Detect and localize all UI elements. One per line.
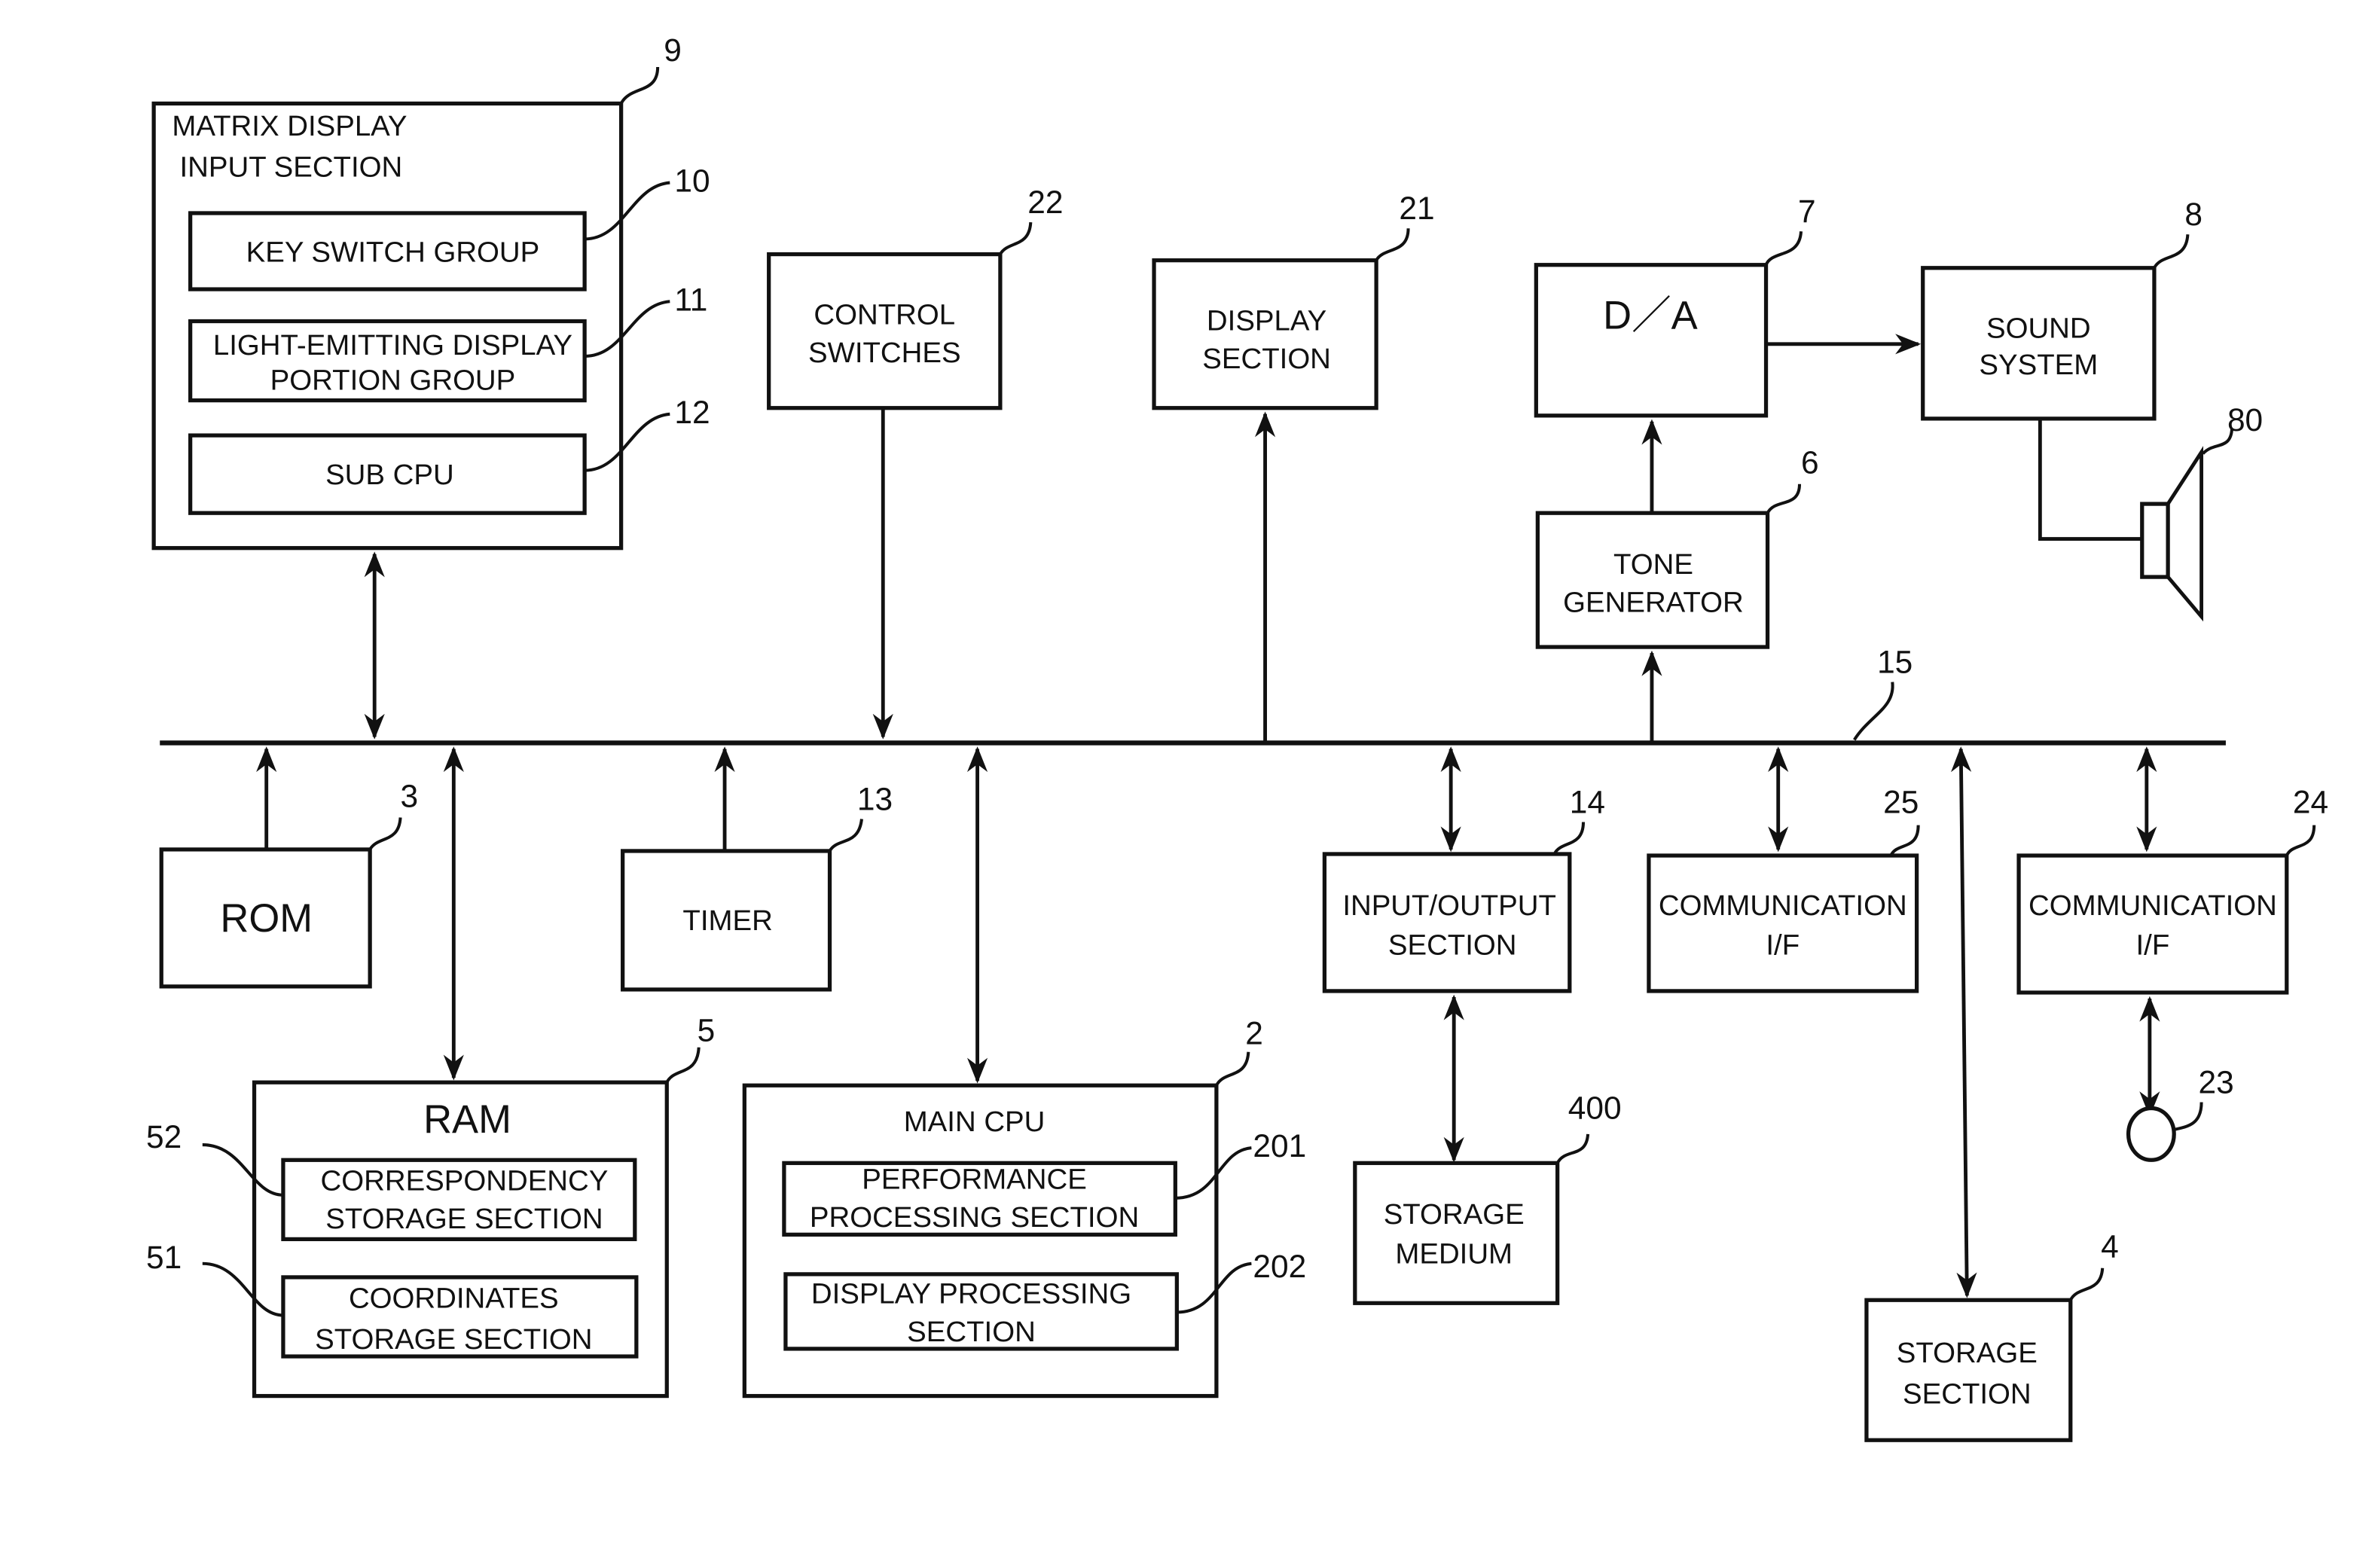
display-section: DISPLAY SECTION 21 bbox=[1152, 191, 1435, 410]
block-label: DISPLAY PROCESSING bbox=[811, 1277, 1131, 1310]
block-label: RAM bbox=[423, 1097, 511, 1142]
input-output-section: INPUT/OUTPUT SECTION 14 bbox=[1322, 784, 1605, 993]
ref-number: 12 bbox=[674, 395, 710, 430]
ref-leader bbox=[2285, 825, 2316, 857]
block-label: SUB CPU bbox=[325, 459, 454, 491]
ref-leader bbox=[368, 817, 402, 851]
ref-number: 10 bbox=[674, 163, 710, 199]
block-label: I/F bbox=[2136, 929, 2170, 961]
ref-number: 3 bbox=[401, 778, 419, 813]
ref-number: 22 bbox=[1027, 185, 1063, 220]
block-label: SECTION bbox=[907, 1316, 1036, 1348]
block-label: MEDIUM bbox=[1395, 1238, 1513, 1271]
block-label: STORAGE bbox=[1897, 1337, 2038, 1369]
block-label: SECTION bbox=[1903, 1378, 2032, 1411]
ref-number: 25 bbox=[1883, 784, 1919, 819]
block-label: PORTION GROUP bbox=[270, 364, 516, 396]
block-label: TIMER bbox=[682, 904, 772, 937]
storage-medium: STORAGE MEDIUM 400 bbox=[1353, 1091, 1622, 1305]
block-label: DISPLAY bbox=[1207, 305, 1326, 337]
block-label: GENERATOR bbox=[1563, 587, 1744, 619]
ref-number: 52 bbox=[146, 1119, 182, 1155]
ref-leader bbox=[1766, 484, 1802, 514]
block-label: STORAGE bbox=[1384, 1198, 1525, 1231]
block-diagram: 15 MATRIX DISPLAY INPUT SECTION 9 KEY SW… bbox=[146, 32, 2328, 1442]
ref-number: 6 bbox=[1801, 445, 1819, 480]
ref-number: 51 bbox=[146, 1240, 182, 1275]
ref-number: 13 bbox=[857, 781, 893, 816]
block-label: PERFORMANCE bbox=[862, 1164, 1087, 1196]
ref-number: 14 bbox=[1570, 784, 1605, 819]
ref-number: 400 bbox=[1568, 1091, 1622, 1126]
ref-number: 202 bbox=[1253, 1249, 1306, 1284]
tone-generator: TONE GENERATOR 6 bbox=[1535, 445, 1819, 649]
ref-number: 2 bbox=[1245, 1016, 1263, 1051]
connector-arrow bbox=[1951, 746, 1977, 1298]
ref-bus: 15 bbox=[1877, 644, 1913, 679]
terminal-icon: 23 bbox=[2126, 1064, 2234, 1162]
block-label: COORDINATES bbox=[349, 1282, 559, 1314]
block-label: STORAGE SECTION bbox=[315, 1323, 592, 1356]
block-label: INPUT/OUTPUT bbox=[1342, 889, 1556, 922]
ref-leader bbox=[1375, 228, 1410, 261]
block-label: KEY SWITCH GROUP bbox=[246, 236, 540, 269]
main-cpu: MAIN CPU 2 PERFORMANCE PROCESSING SECTIO… bbox=[742, 1016, 1306, 1399]
block-label: COMMUNICATION bbox=[2029, 889, 2277, 922]
block-label: LIGHT-EMITTING DISPLAY bbox=[213, 329, 572, 361]
block-label: I/F bbox=[1766, 929, 1800, 961]
ram: RAM 5 CORRESPONDENCY STORAGE SECTION 52 … bbox=[146, 1013, 716, 1399]
block-label: INPUT SECTION bbox=[179, 151, 402, 183]
speaker-icon: 80 bbox=[2140, 402, 2263, 622]
ref-number: 9 bbox=[664, 32, 682, 68]
sound-system: SOUND SYSTEM 8 bbox=[1921, 197, 2203, 421]
block-label: CORRESPONDENCY bbox=[321, 1165, 609, 1197]
ref-leader bbox=[1889, 825, 1920, 857]
block-label: SWITCHES bbox=[808, 337, 961, 369]
timer: TIMER 13 bbox=[621, 781, 893, 992]
ref-leader bbox=[619, 66, 660, 105]
ref-leader bbox=[999, 221, 1033, 255]
ref-number: 8 bbox=[2184, 197, 2203, 232]
block-label: PROCESSING SECTION bbox=[810, 1201, 1139, 1234]
ref-leader bbox=[2173, 1102, 2203, 1131]
block-label: STORAGE SECTION bbox=[325, 1203, 603, 1235]
ref-leader bbox=[1215, 1051, 1250, 1087]
ref-number: 23 bbox=[2199, 1064, 2234, 1100]
block-label: MAIN CPU bbox=[904, 1106, 1046, 1138]
ref-leader bbox=[1853, 682, 1894, 741]
block-label: MATRIX DISPLAY bbox=[172, 110, 407, 142]
block-label: SECTION bbox=[1388, 929, 1517, 961]
ref-leader bbox=[2153, 234, 2190, 269]
ref-number: 24 bbox=[2293, 784, 2328, 819]
storage-section: STORAGE SECTION 4 bbox=[1864, 1229, 2119, 1442]
speaker-wire bbox=[2038, 418, 2142, 541]
ref-number: 5 bbox=[698, 1013, 716, 1048]
ref-number: 201 bbox=[1253, 1128, 1306, 1164]
ref-number: 80 bbox=[2227, 402, 2263, 438]
block-label: SECTION bbox=[1202, 343, 1331, 375]
rom: ROM 3 bbox=[159, 778, 419, 989]
ref-number: 11 bbox=[674, 282, 707, 317]
ref-leader bbox=[665, 1047, 701, 1084]
matrix-display-input-section: MATRIX DISPLAY INPUT SECTION 9 KEY SWITC… bbox=[151, 32, 710, 551]
communication-interface-25: COMMUNICATION I/F 25 bbox=[1647, 784, 1920, 993]
ref-leader bbox=[2068, 1268, 2105, 1301]
block-label: ROM bbox=[220, 896, 313, 941]
ref-number: 21 bbox=[1399, 191, 1434, 226]
block-label: COMMUNICATION bbox=[1659, 889, 1907, 922]
block-label: D／A bbox=[1603, 294, 1698, 338]
block-label: SYSTEM bbox=[1979, 349, 2098, 381]
ref-leader bbox=[1555, 1133, 1590, 1164]
ref-leader bbox=[828, 819, 863, 853]
control-switches: CONTROL SWITCHES 22 bbox=[767, 185, 1063, 410]
block-label: TONE bbox=[1613, 548, 1693, 581]
block-label: CONTROL bbox=[814, 299, 955, 331]
ref-number: 7 bbox=[1798, 194, 1816, 229]
ref-leader bbox=[1764, 231, 1803, 266]
block-label: SOUND bbox=[1986, 313, 2091, 345]
ref-number: 4 bbox=[2101, 1229, 2119, 1264]
da-converter: D／A 7 bbox=[1534, 194, 1816, 418]
ref-leader bbox=[1552, 822, 1586, 856]
communication-interface-24: COMMUNICATION I/F 24 bbox=[2016, 784, 2328, 995]
